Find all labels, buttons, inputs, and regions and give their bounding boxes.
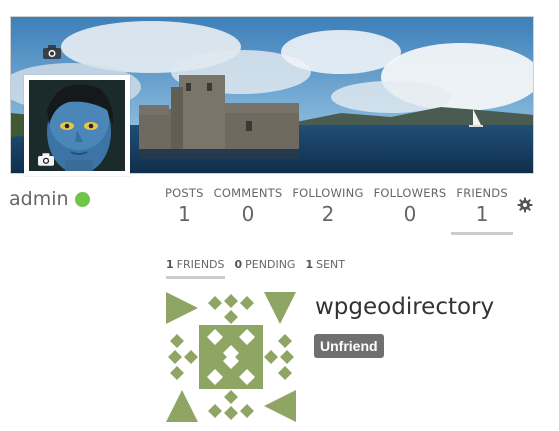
friend-identicon[interactable] bbox=[166, 292, 296, 422]
stat-value: 1 bbox=[475, 202, 489, 226]
subtab-sent[interactable]: 1 SENT bbox=[305, 258, 345, 279]
online-status-dot bbox=[74, 191, 90, 207]
subtab-label: SENT bbox=[316, 258, 345, 271]
subtab-count: 1 bbox=[305, 258, 314, 271]
subtab-label: PENDING bbox=[245, 258, 296, 271]
stat-label: FOLLOWING bbox=[292, 186, 364, 200]
stat-posts[interactable]: POSTS 1 bbox=[160, 186, 209, 235]
subtab-count: 0 bbox=[234, 258, 243, 271]
stat-value: 0 bbox=[403, 202, 417, 226]
stat-label: COMMENTS bbox=[213, 186, 283, 200]
avatar[interactable] bbox=[24, 75, 130, 176]
stat-value: 1 bbox=[177, 202, 191, 226]
stat-value: 2 bbox=[321, 202, 335, 226]
friend-name[interactable]: wpgeodirectory bbox=[315, 294, 494, 320]
gear-icon[interactable] bbox=[517, 197, 533, 213]
camera-icon[interactable] bbox=[43, 45, 61, 59]
stat-value: 0 bbox=[241, 202, 255, 226]
profile-page: admin POSTS 1 COMMENTS 0 FOLLOWING 2 FOL… bbox=[0, 0, 559, 431]
subtab-pending[interactable]: 0 PENDING bbox=[235, 258, 296, 279]
subtab-friends[interactable]: 1 FRIENDS bbox=[166, 258, 225, 279]
camera-icon[interactable] bbox=[38, 153, 54, 166]
unfriend-button[interactable]: Unfriend bbox=[314, 334, 384, 358]
username: admin bbox=[9, 188, 90, 210]
stat-friends[interactable]: FRIENDS 1 bbox=[451, 186, 513, 235]
friends-subtabs: 1 FRIENDS 0 PENDING 1 SENT bbox=[166, 258, 345, 279]
stat-label: POSTS bbox=[165, 186, 204, 200]
username-text: admin bbox=[9, 188, 69, 210]
stat-followers[interactable]: FOLLOWERS 0 bbox=[369, 186, 452, 235]
subtab-label: FRIENDS bbox=[176, 258, 225, 271]
profile-stats: POSTS 1 COMMENTS 0 FOLLOWING 2 FOLLOWERS… bbox=[160, 186, 513, 235]
stat-following[interactable]: FOLLOWING 2 bbox=[287, 186, 368, 235]
subtab-count: 1 bbox=[166, 258, 174, 271]
stat-comments[interactable]: COMMENTS 0 bbox=[209, 186, 288, 235]
stat-label: FRIENDS bbox=[456, 186, 508, 200]
stat-label: FOLLOWERS bbox=[373, 186, 447, 200]
